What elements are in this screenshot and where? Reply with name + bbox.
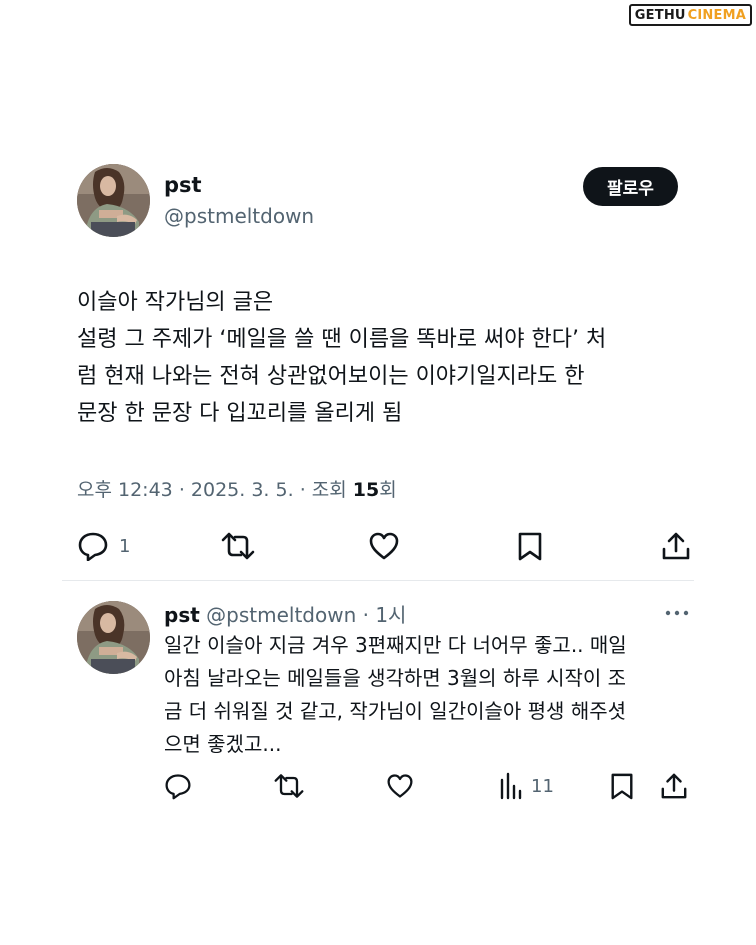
- retweet-icon: [221, 532, 255, 560]
- share-button[interactable]: [661, 531, 691, 561]
- author-name[interactable]: pst: [164, 173, 202, 197]
- share-icon: [661, 773, 687, 799]
- tweet-text: 이슬아 작가님의 글은 설령 그 주제가 ‘메일을 쓸 땐 이름을 똑바로 써야…: [77, 284, 692, 432]
- tweet-text-line: 이슬아 작가님의 글은: [77, 290, 274, 315]
- watermark-part2: CINEMA: [687, 7, 746, 23]
- tweet-time[interactable]: 오후 12:43: [77, 479, 173, 501]
- share-button[interactable]: [660, 772, 688, 800]
- reply-header: pst @pstmeltdown · 1시: [164, 603, 407, 627]
- share-icon: [662, 532, 690, 560]
- avatar[interactable]: [77, 164, 150, 237]
- more-button[interactable]: [664, 604, 690, 626]
- reply-icon: [78, 532, 108, 561]
- more-icon: [665, 610, 689, 616]
- tweet-date[interactable]: 2025. 3. 5.: [191, 479, 294, 501]
- reply-text-line: 으면 좋겠고...: [164, 732, 282, 756]
- like-button[interactable]: [368, 531, 400, 561]
- bookmark-button[interactable]: [516, 531, 544, 561]
- avatar[interactable]: [77, 601, 150, 674]
- tweet-text-line: 문장 한 문장 다 입꼬리를 올리게 됨: [77, 401, 403, 426]
- like-icon: [387, 774, 413, 798]
- tweet-action-bar: 1: [0, 529, 756, 563]
- like-button[interactable]: [386, 772, 414, 800]
- views-count: 15: [352, 479, 380, 501]
- divider: [62, 580, 694, 581]
- bookmark-icon: [518, 532, 542, 561]
- reply-age[interactable]: 1시: [375, 603, 406, 627]
- views-suffix: 회: [379, 479, 397, 501]
- views-button[interactable]: 11: [499, 772, 554, 800]
- views-label: 조회: [311, 479, 347, 501]
- reply-button[interactable]: [164, 772, 192, 800]
- watermark-part1: GETHU: [634, 7, 686, 23]
- tweet-text-line: 럼 현재 나와는 전혀 상관없어보이는 이야기일지라도 한: [77, 364, 585, 389]
- watermark-logo: GETHU CINEMA: [628, 4, 752, 26]
- retweet-button[interactable]: [273, 772, 305, 800]
- retweet-button[interactable]: [220, 531, 256, 561]
- reply-text-line: 아침 날라오는 메일들을 생각하면 3월의 하루 시작이 조: [164, 666, 627, 690]
- tweet-meta: 오후 12:43 · 2025. 3. 5. · 조회 15회: [77, 479, 397, 501]
- reply-count: 1: [119, 535, 131, 557]
- reply-author-handle[interactable]: @pstmeltdown: [206, 603, 356, 627]
- views-icon: [500, 772, 522, 800]
- like-icon: [369, 532, 399, 560]
- reply-action-bar: 11: [0, 770, 756, 804]
- follow-button[interactable]: 팔로우: [583, 167, 678, 206]
- reply-text-line: 금 더 쉬워질 것 같고, 작가님이 일간이슬아 평생 해주셧: [164, 699, 627, 723]
- reply-button[interactable]: 1: [77, 531, 130, 561]
- reply-text-line: 일간 이슬아 지금 겨우 3편째지만 다 너어무 좋고.. 매일: [164, 633, 627, 657]
- bookmark-button[interactable]: [609, 772, 635, 800]
- author-handle[interactable]: @pstmeltdown: [164, 204, 314, 228]
- views-count: 11: [531, 775, 554, 797]
- reply-text: 일간 이슬아 지금 겨우 3편째지만 다 너어무 좋고.. 매일 아침 날라오는…: [164, 629, 704, 761]
- tweet-text-line: 설령 그 주제가 ‘메일을 쓸 땐 이름을 똑바로 써야 한다’ 처: [77, 327, 607, 352]
- reply-icon: [165, 774, 191, 800]
- reply-author-name[interactable]: pst: [164, 603, 200, 627]
- bookmark-icon: [611, 773, 633, 800]
- retweet-icon: [274, 774, 304, 798]
